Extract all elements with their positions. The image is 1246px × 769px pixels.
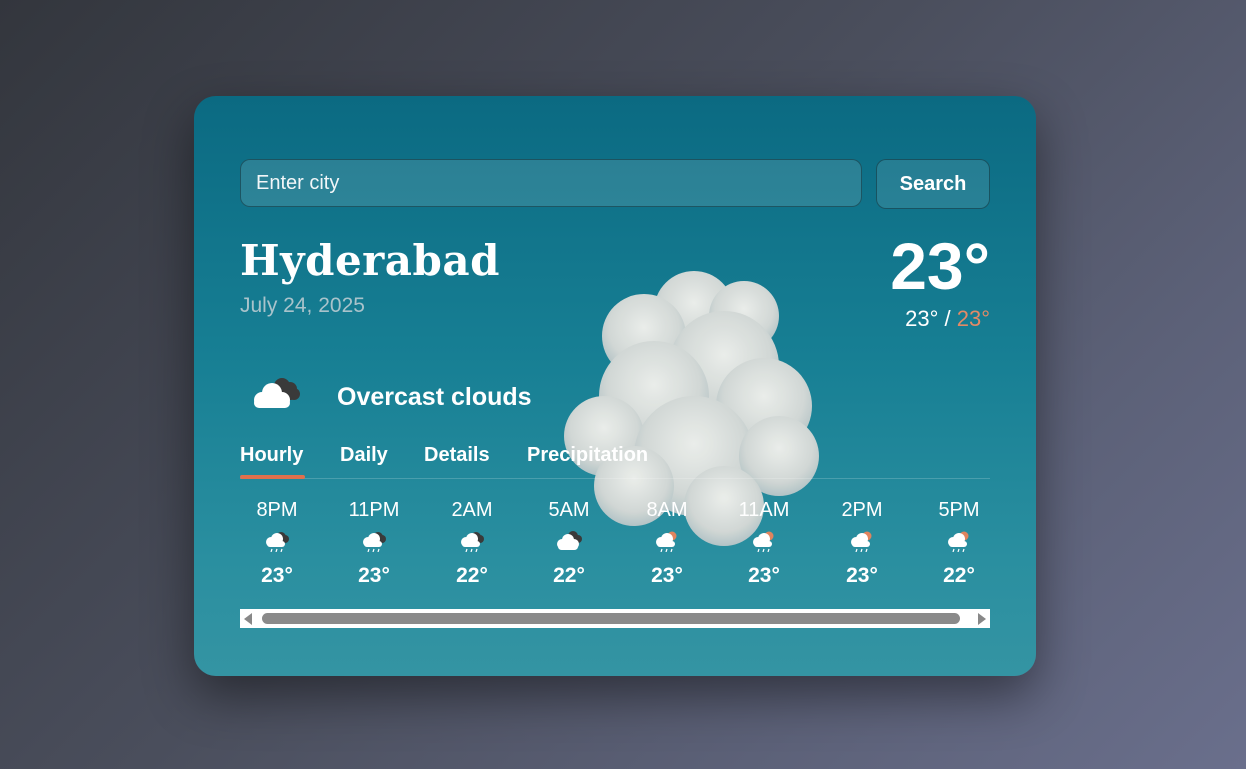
high-temperature: 23° [956, 306, 990, 331]
hour-temperature: 22° [943, 564, 975, 587]
hour-temperature: 23° [748, 564, 780, 587]
hour-temperature: 23° [846, 564, 878, 587]
tab-details[interactable]: Details [424, 444, 490, 467]
hour-time: 5PM [938, 499, 980, 521]
search-button[interactable]: Search [876, 159, 990, 209]
weather-card: Search Hyderabad July 24, 2025 23° 23° /… [194, 96, 1036, 676]
hour-time: 2AM [451, 499, 493, 521]
hour-temperature: 23° [651, 564, 683, 587]
hourly-item: 2AM 22° [432, 499, 512, 588]
city-search-input[interactable] [240, 159, 862, 207]
hour-time: 8AM [646, 499, 688, 521]
hourly-item: 5AM 22° [529, 499, 609, 588]
hourly-item: 11AM 23° [724, 499, 804, 588]
hourly-item: 5PM 22° [919, 499, 999, 588]
city-name: Hyderabad [240, 236, 500, 285]
tab-precipitation[interactable]: Precipitation [527, 444, 648, 467]
scroll-left-arrow[interactable] [244, 613, 252, 625]
temperature-range: 23° / 23° [905, 306, 990, 332]
current-temperature: 23° [890, 229, 990, 303]
hour-temperature: 23° [358, 564, 390, 587]
low-temperature: 23° [905, 306, 939, 331]
hour-time: 11AM [738, 499, 790, 521]
tab-daily[interactable]: Daily [340, 444, 388, 467]
hour-time: 8PM [256, 499, 298, 521]
hour-time: 11PM [348, 499, 400, 521]
cloud-rain-night-icon [363, 532, 386, 552]
cloud-rain-day-icon [753, 531, 774, 552]
current-date: July 24, 2025 [240, 294, 365, 317]
hourly-forecast: 8PM 23° 11PM 23° 2AM 22° 5AM 22° 8AM 23°… [240, 499, 990, 609]
tab-hourly[interactable]: Hourly [240, 444, 303, 467]
cloud-rain-day-icon [851, 531, 872, 552]
hourly-item: 11PM 23° [334, 499, 414, 588]
hourly-scrollbar[interactable] [240, 609, 990, 628]
hour-temperature: 23° [261, 564, 293, 587]
range-separator: / [938, 306, 957, 331]
cloud-rain-night-icon [461, 532, 484, 552]
hour-time: 2PM [841, 499, 883, 521]
hour-time: 5AM [548, 499, 590, 521]
forecast-tabs: Hourly Daily Details Precipitation [240, 442, 990, 479]
cloud-rain-day-icon [948, 531, 969, 552]
hourly-item: 8AM 23° [627, 499, 707, 588]
active-tab-indicator [240, 475, 305, 479]
cloud-rain-day-icon [656, 531, 677, 552]
scroll-right-arrow[interactable] [978, 613, 986, 625]
overcast-cloud-icon [557, 531, 582, 550]
hourly-item: 2PM 23° [822, 499, 902, 588]
hour-temperature: 22° [553, 564, 585, 587]
hour-temperature: 22° [456, 564, 488, 587]
cloud-rain-night-icon [266, 532, 289, 552]
overcast-cloud-icon [254, 378, 300, 408]
search-bar: Search [240, 159, 990, 209]
scrollbar-thumb[interactable] [262, 613, 960, 624]
weather-condition: Overcast clouds [337, 383, 532, 411]
hourly-item: 8PM 23° [237, 499, 317, 588]
